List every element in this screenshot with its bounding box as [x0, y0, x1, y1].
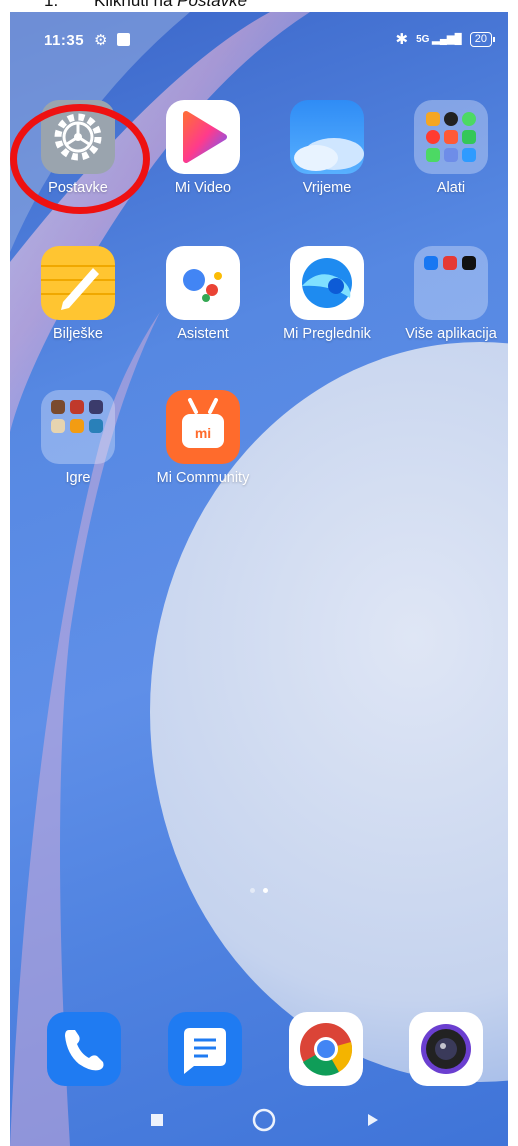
- mini-app-icon: [424, 256, 438, 270]
- app-label: Asistent: [177, 326, 229, 342]
- mini-app-icon: [51, 419, 65, 433]
- app-vrijeme[interactable]: Vrijeme: [272, 100, 382, 196]
- app-label: Alati: [436, 180, 466, 196]
- mini-app-icon: [426, 112, 440, 126]
- app-mi-community[interactable]: mi Mi Community: [148, 390, 258, 486]
- app-mi-video[interactable]: Mi Video: [148, 100, 258, 196]
- app-mi-preglednik[interactable]: Mi Preglednik: [272, 246, 382, 342]
- home-button[interactable]: [248, 1104, 280, 1136]
- app-label: Mi Community: [156, 470, 250, 486]
- phone-screen: 11:35 ⚙ ✱ 5G ▂▄▆█ 20 Postavke Mi Video V…: [10, 12, 508, 1146]
- mini-app-icon: [462, 148, 476, 162]
- status-right: ✱ 5G ▂▄▆█ 20: [395, 30, 496, 48]
- app-vise-aplikacija-folder[interactable]: Više aplikacija: [396, 246, 506, 342]
- mini-app-icon: [89, 400, 103, 414]
- back-button[interactable]: [360, 1104, 392, 1136]
- app-label: Mi Video: [174, 180, 232, 196]
- step-text: Kliknuti na: [94, 0, 178, 10]
- page-dot-active: [263, 888, 268, 893]
- page-indicator: [10, 880, 508, 898]
- highlight-circle: [10, 104, 150, 214]
- play-icon: [166, 100, 240, 174]
- cloud-icon: [290, 100, 364, 174]
- app-label: Vrijeme: [302, 180, 352, 196]
- mini-app-icon: [462, 256, 476, 270]
- status-time: 11:35: [44, 32, 85, 49]
- app-label: Mi Preglednik: [283, 326, 371, 342]
- mini-app-icon: [443, 256, 457, 270]
- app-igre-folder[interactable]: Igre: [23, 390, 133, 486]
- pencil-note-icon: [41, 246, 115, 320]
- assistant-dots-icon: [166, 246, 240, 320]
- camera-icon[interactable]: [409, 1012, 483, 1086]
- mini-app-icon: [51, 400, 65, 414]
- navigation-bar: [10, 1086, 508, 1146]
- notification-icon: [117, 33, 130, 46]
- mini-app-icon: [89, 419, 103, 433]
- battery-icon: 20: [469, 31, 496, 47]
- app-label: Igre: [65, 470, 91, 486]
- gear-icon: ⚙: [94, 32, 108, 49]
- step-caption: 1. Kliknuti na Postavke: [44, 0, 247, 11]
- folder-icon: [414, 100, 488, 174]
- bluetooth-icon: ✱: [395, 31, 409, 48]
- mini-app-icon: [426, 130, 440, 144]
- folder-icon: [41, 390, 115, 464]
- status-bar: 11:35 ⚙ ✱ 5G ▂▄▆█ 20: [10, 12, 508, 62]
- dock: [10, 1012, 508, 1092]
- phone-icon[interactable]: [47, 1012, 121, 1086]
- mini-app-icon: [426, 148, 440, 162]
- mini-app-icon: [444, 112, 458, 126]
- folder-icon: [414, 246, 488, 320]
- mini-app-icon: [462, 112, 476, 126]
- mini-app-icon: [444, 148, 458, 162]
- app-label: Više aplikacija: [405, 326, 497, 342]
- mi-robot-icon: mi: [166, 390, 240, 464]
- chrome-icon[interactable]: [289, 1012, 363, 1086]
- step-number: 1.: [44, 0, 59, 10]
- mini-app-icon: [444, 130, 458, 144]
- recent-apps-button[interactable]: [141, 1104, 173, 1136]
- signal-icon: 5G ▂▄▆█: [416, 33, 462, 45]
- step-emphasis: Postavke: [177, 0, 248, 10]
- mini-app-icon: [70, 419, 84, 433]
- page-dot: [250, 888, 255, 893]
- message-icon[interactable]: [168, 1012, 242, 1086]
- app-asistent[interactable]: Asistent: [148, 246, 258, 342]
- app-alati-folder[interactable]: Alati: [396, 100, 506, 196]
- app-biljeske[interactable]: Bilješke: [23, 246, 133, 342]
- mini-app-icon: [462, 130, 476, 144]
- svg-text:mi: mi: [195, 425, 211, 441]
- browser-wave-icon: [290, 246, 364, 320]
- mini-app-icon: [70, 400, 84, 414]
- app-label: Bilješke: [53, 326, 103, 342]
